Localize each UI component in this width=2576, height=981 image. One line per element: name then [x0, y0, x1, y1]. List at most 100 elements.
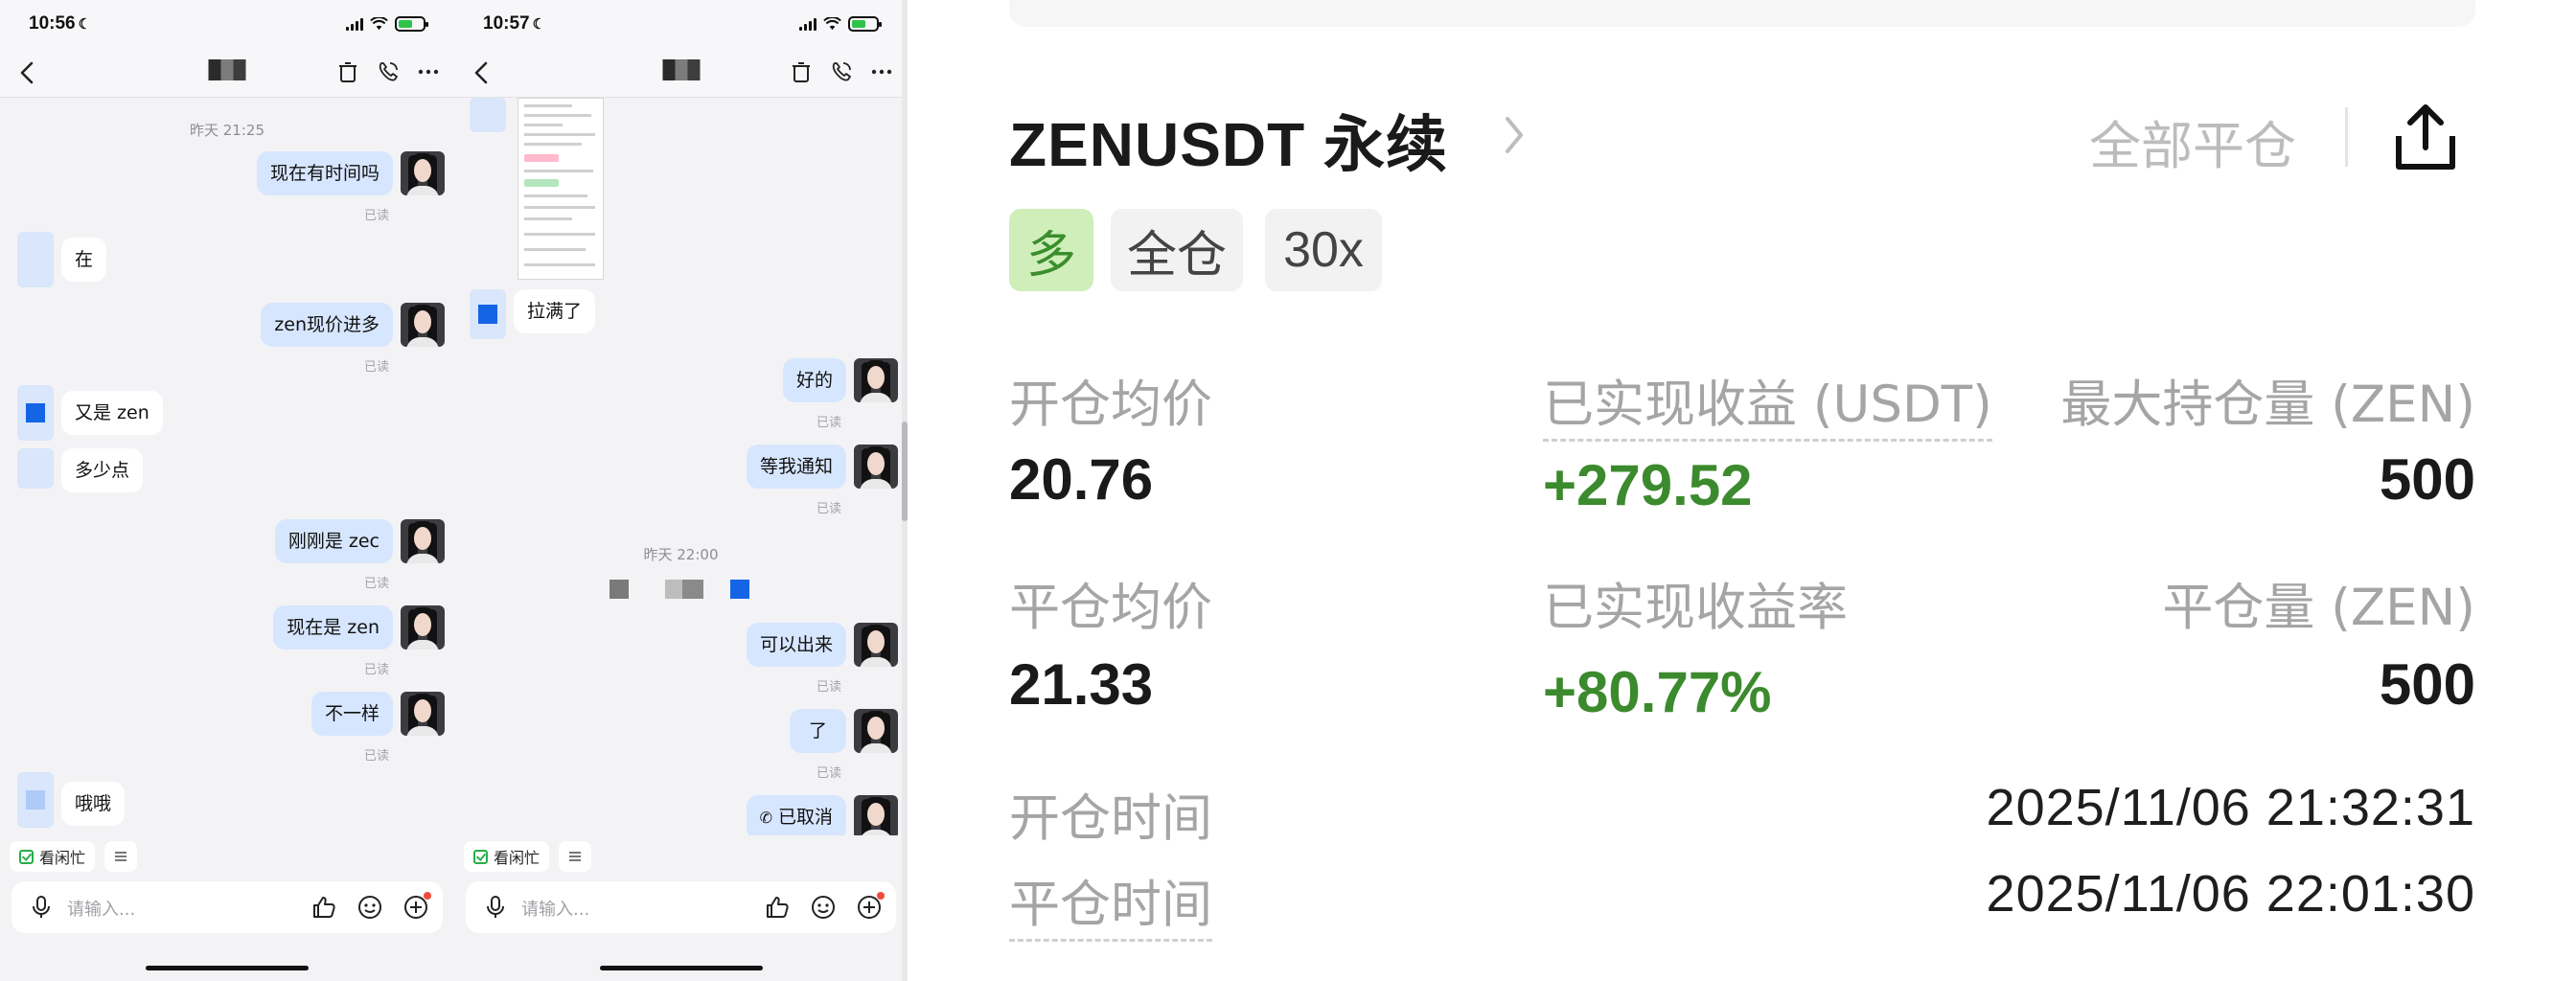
system-icons — [799, 16, 882, 32]
message-bubble[interactable]: 在 — [61, 238, 107, 282]
more-icon[interactable] — [416, 59, 441, 84]
message-incoming: 多少点 — [17, 448, 144, 492]
message-bubble[interactable]: 又是 zen — [61, 391, 163, 435]
sender-avatar-redacted[interactable] — [17, 232, 54, 287]
read-receipt: 已读 — [364, 209, 390, 223]
avatar[interactable] — [401, 303, 445, 347]
sender-avatar-redacted[interactable] — [470, 289, 506, 339]
message-bubble[interactable]: 哦哦 — [61, 782, 126, 826]
sender-avatar-redacted[interactable] — [17, 772, 54, 828]
message-bubble[interactable]: 现在是 zen — [273, 605, 393, 650]
phone-icon[interactable] — [376, 59, 401, 84]
avatar[interactable] — [854, 445, 898, 489]
menu-chip[interactable] — [104, 841, 138, 872]
avatar[interactable] — [401, 151, 445, 195]
sender-avatar-redacted[interactable] — [470, 98, 506, 132]
message-outgoing: 刚刚是 zec — [274, 519, 445, 563]
home-indicator — [146, 966, 309, 970]
message-input[interactable]: 请输入... — [521, 896, 589, 921]
avatar[interactable] — [854, 795, 898, 835]
back-icon[interactable] — [15, 59, 40, 86]
message-input[interactable]: 请输入... — [67, 896, 135, 921]
contract-title[interactable]: ZENUSDT 永续 — [1009, 96, 1448, 184]
message-bubble[interactable]: 不一样 — [310, 692, 393, 736]
realized-rate-value: +80.77% — [1543, 660, 1772, 724]
menu-icon — [115, 856, 127, 857]
trash-icon[interactable] — [789, 59, 814, 84]
avatar[interactable] — [854, 358, 898, 402]
message-bubble[interactable]: zen现价进多 — [261, 303, 393, 347]
menu-chip[interactable] — [559, 841, 592, 872]
message-bubble[interactable]: 了 — [789, 709, 846, 753]
signal-icon — [799, 17, 816, 31]
message-outgoing: 好的 — [782, 358, 898, 402]
read-receipt: 已读 — [364, 360, 390, 375]
margin-mode-tag: 全仓 — [1111, 209, 1243, 291]
message-bubble[interactable]: 可以出来 — [746, 623, 846, 667]
quick-actions: 看闲忙 — [10, 841, 138, 872]
left-phone-screen: 10:56 ☾ 昨天 21:25 现在有时间吗 已读 在 zen现价进多 已读 … — [0, 0, 454, 981]
realized-pnl-label[interactable]: 已实现收益 (USDT) — [1543, 364, 1992, 442]
max-position-label: 最大持仓量 (ZEN) — [2060, 376, 2475, 434]
message-bubble[interactable]: 现在有时间吗 — [256, 151, 393, 195]
avatar[interactable] — [401, 605, 445, 650]
message-outgoing: ✆ 已取消 — [746, 795, 898, 835]
trash-icon[interactable] — [335, 59, 360, 84]
message-bubble[interactable]: 刚刚是 zec — [274, 519, 393, 563]
smile-icon[interactable] — [810, 894, 837, 921]
close-qty-label: 平仓量 (ZEN) — [2162, 579, 2475, 637]
busy-status-chip[interactable]: 看闲忙 — [10, 841, 96, 872]
close-time-label[interactable]: 平仓时间 — [1009, 864, 1212, 942]
phone-icon[interactable] — [829, 59, 854, 84]
message-bubble[interactable]: ✆ 已取消 — [746, 795, 846, 835]
close-avg-value: 21.33 — [1009, 652, 1154, 717]
back-icon[interactable] — [470, 59, 494, 86]
chevron-right-icon[interactable] — [1502, 113, 1527, 157]
contact-name-redacted — [662, 59, 700, 80]
open-time-label: 开仓时间 — [1009, 789, 1212, 848]
smile-icon[interactable] — [356, 894, 383, 921]
close-all-button[interactable]: 全部平仓 — [2089, 103, 2296, 179]
thumbs-up-icon[interactable] — [310, 894, 337, 921]
sender-avatar-redacted[interactable] — [17, 385, 54, 441]
chat-header — [0, 48, 454, 98]
close-qty-value: 500 — [2379, 652, 2475, 717]
avatar[interactable] — [854, 709, 898, 753]
avatar[interactable] — [401, 692, 445, 736]
wifi-icon — [823, 17, 841, 31]
message-bubble[interactable]: 拉满了 — [514, 289, 596, 333]
more-icon[interactable] — [869, 59, 894, 84]
message-list[interactable]: 昨天 21:25 现在有时间吗 已读 在 zen现价进多 已读 又是 zen 多… — [0, 98, 454, 835]
order-detail-panel: ZENUSDT 永续 全部平仓 多 全仓 30x 开仓均价 已实现收益 (USD… — [908, 0, 2576, 981]
busy-status-chip[interactable]: 看闲忙 — [464, 841, 550, 872]
message-outgoing: 不一样 — [310, 692, 445, 736]
quick-actions: 看闲忙 — [464, 841, 592, 872]
timestamp: 昨天 21:25 — [190, 122, 264, 139]
realized-rate-label: 已实现收益率 — [1543, 579, 1848, 637]
image-message-thumbnail[interactable] — [518, 98, 604, 280]
previous-card — [1009, 0, 2475, 27]
mic-icon[interactable] — [29, 895, 54, 920]
message-bubble[interactable]: 多少点 — [61, 448, 144, 492]
close-time-value: 2025/11/06 22:01:30 — [1986, 865, 2475, 923]
message-bubble[interactable]: 好的 — [782, 358, 846, 402]
read-receipt: 已读 — [364, 663, 390, 677]
avatar[interactable] — [401, 519, 445, 563]
mic-icon[interactable] — [483, 895, 508, 920]
message-outgoing: 等我通知 — [746, 445, 898, 489]
system-icons — [346, 16, 428, 32]
read-receipt: 已读 — [816, 680, 842, 695]
message-bubble[interactable]: 等我通知 — [746, 445, 846, 489]
wifi-icon — [370, 17, 388, 31]
close-avg-label: 平仓均价 — [1009, 579, 1212, 637]
share-icon[interactable] — [2391, 100, 2460, 172]
message-list[interactable]: 拉满了 好的 已读 等我通知 已读 昨天 22:00 可以出来 已读 了 已读 … — [454, 98, 908, 835]
sender-avatar-redacted[interactable] — [17, 448, 54, 489]
open-avg-value: 20.76 — [1009, 447, 1154, 512]
status-bar: 10:56 ☾ — [0, 0, 454, 48]
thumbs-up-icon[interactable] — [764, 894, 791, 921]
avatar[interactable] — [854, 623, 898, 667]
scrollbar[interactable] — [902, 422, 908, 521]
read-receipt: 已读 — [364, 577, 390, 591]
max-position-value: 500 — [2379, 447, 2475, 512]
